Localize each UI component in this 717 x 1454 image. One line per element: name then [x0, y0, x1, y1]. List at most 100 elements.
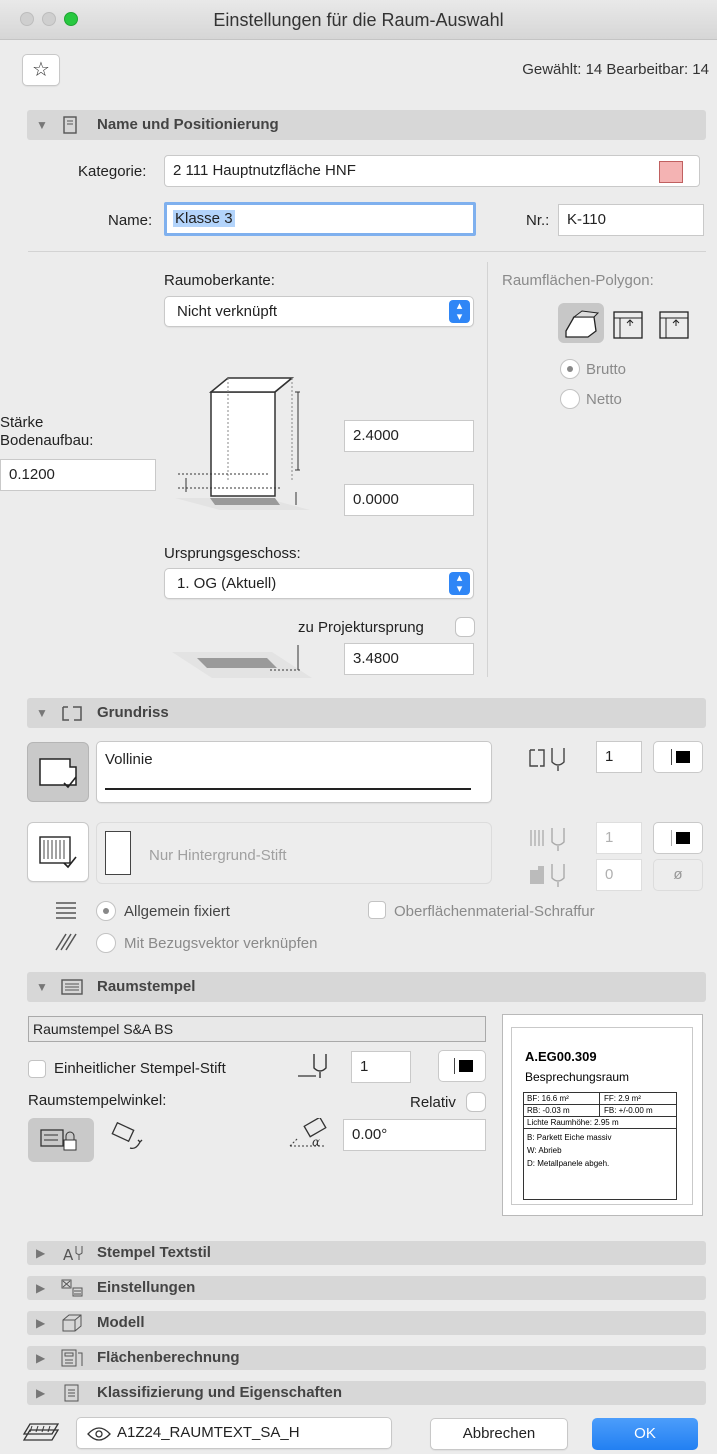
floor-thickness-input[interactable]: 0.1200 — [0, 459, 156, 491]
room-label-icon — [63, 116, 77, 134]
contour-pen-color[interactable] — [653, 741, 703, 773]
category-color-swatch[interactable] — [659, 161, 683, 183]
stamp-lock-icon — [40, 1129, 77, 1151]
brutto-label: Brutto — [586, 361, 627, 378]
surface-hatch-label: Oberflächenmaterial-Schraffur — [394, 903, 595, 920]
relative-label: Relativ — [410, 1094, 456, 1111]
offset-input[interactable]: 0.0000 — [344, 484, 474, 516]
section-header-name-positioning[interactable]: ▼ Name und Positionierung — [27, 110, 706, 140]
hatch-label: Nur Hintergrund-Stift — [149, 847, 287, 864]
section-header-model[interactable]: ▶ Modell — [27, 1311, 706, 1335]
nr-input[interactable]: K-110 — [558, 204, 704, 236]
polygon-gross-icon[interactable] — [610, 308, 646, 340]
polygon-label: Raumflächen-Polygon: — [502, 272, 654, 289]
section-title: Grundriss — [97, 704, 169, 721]
top-link-label: Raumoberkante: — [164, 272, 275, 289]
hatch-pen-input[interactable]: 1 — [596, 822, 642, 854]
name-input[interactable]: Klasse 3 — [164, 202, 476, 236]
stamp-rotate-icon[interactable] — [108, 1122, 148, 1156]
hatch-pen-color[interactable] — [653, 822, 703, 854]
selection-info: Gewählt: 14 Bearbeitbar: 14 — [522, 61, 709, 78]
stamp-name-field[interactable]: Raumstempel S&A BS — [28, 1016, 486, 1042]
project-origin-checkbox[interactable] — [455, 617, 475, 637]
disclosure-open-icon: ▼ — [36, 118, 48, 132]
favorites-star-button[interactable]: ☆ — [22, 54, 60, 86]
surface-hatch-checkbox[interactable] — [368, 901, 386, 919]
area-calculation-icon — [61, 1349, 83, 1367]
disclosure-closed-icon: ▶ — [36, 1386, 46, 1400]
hatch-vector-label: Mit Bezugsvektor verknüpfen — [124, 935, 318, 952]
svg-text:A: A — [63, 1246, 74, 1262]
uniform-pen-checkbox[interactable] — [28, 1060, 46, 1078]
nr-label: Nr.: — [526, 212, 550, 229]
background-pen-icon — [530, 864, 565, 887]
floor-thickness-label: Stärke Bodenaufbau: — [0, 414, 94, 449]
uniform-pen-label: Einheitlicher Stempel-Stift — [54, 1060, 226, 1077]
contour-pen-input[interactable]: 1 — [596, 741, 642, 773]
disclosure-closed-icon: ▶ — [36, 1316, 46, 1330]
origin-story-select[interactable]: 1. OG (Aktuell) ▴ ▾ — [164, 568, 474, 599]
project-origin-input[interactable]: 3.4800 — [344, 643, 474, 675]
stamp-pen-color[interactable] — [438, 1050, 486, 1082]
nr-value: K-110 — [567, 211, 606, 228]
classification-icon — [64, 1384, 79, 1402]
background-pen-input[interactable]: 0 — [596, 859, 642, 891]
contour-pen-icon — [529, 748, 565, 771]
layer-name: A1Z24_RAUMTEXT_SA_H — [117, 1424, 300, 1441]
category-value: 2 111 Hauptnutzfläche HNF — [173, 162, 356, 179]
floor-plan-icon — [62, 706, 82, 721]
polygon-mode-outline-button[interactable] — [558, 303, 604, 343]
hatch-fixed-radio[interactable] — [96, 901, 116, 921]
stamp-pen-icon — [298, 1054, 327, 1078]
height-input[interactable]: 2.4000 — [344, 420, 474, 452]
section-header-grundriss[interactable]: ▼ Grundriss — [27, 698, 706, 728]
category-field[interactable]: 2 111 Hauptnutzfläche HNF — [164, 155, 700, 187]
window-title: Einstellungen für die Raum-Auswahl — [213, 10, 504, 30]
disclosure-closed-icon: ▶ — [36, 1246, 46, 1260]
hatch-pen-icon — [530, 828, 565, 851]
section-header-classification[interactable]: ▶ Klassifizierung und Eigenschaften — [27, 1381, 706, 1405]
stamp-room-number: A.EG00.309 — [525, 1049, 597, 1064]
top-link-select[interactable]: Nicht verknüpft ▴ ▾ — [164, 296, 474, 327]
stamp-preview: A.EG00.309 Besprechungsraum BF: 16.6 m² … — [502, 1014, 703, 1216]
layer-selector[interactable]: A1Z24_RAUMTEXT_SA_H — [76, 1417, 392, 1449]
stamp-lock-angle-button[interactable] — [28, 1118, 94, 1162]
netto-label: Netto — [586, 391, 622, 408]
project-origin-diagram — [172, 645, 312, 678]
cancel-button[interactable]: Abbrechen — [430, 1418, 568, 1450]
section-title: Name und Positionierung — [97, 116, 279, 133]
hatch-vector-radio[interactable] — [96, 933, 116, 953]
stamp-angle-input[interactable]: 0.00° — [343, 1119, 486, 1151]
section-title: Raumstempel — [97, 978, 196, 995]
divider — [487, 262, 488, 677]
stepper-icon: ▴ ▾ — [449, 572, 470, 595]
title-bar: Einstellungen für die Raum-Auswahl — [0, 0, 717, 40]
netto-radio[interactable] — [560, 389, 580, 409]
category-label: Kategorie: — [78, 163, 147, 180]
section-header-raumstempel[interactable]: ▼ Raumstempel — [27, 972, 706, 1002]
section-header-stamp-text-style[interactable]: ▶ A Stempel Textstil — [27, 1241, 706, 1265]
relative-checkbox[interactable] — [466, 1092, 486, 1112]
text-style-icon: A — [63, 1246, 83, 1262]
contour-icon — [39, 758, 77, 789]
solid-line-sample — [105, 788, 471, 790]
stamp-table: BF: 16.6 m² FF: 2.9 m² RB: -0.03 m FB: +… — [523, 1092, 677, 1200]
hatch-swatch — [105, 831, 131, 875]
model-icon — [62, 1314, 82, 1332]
background-pen-transparent[interactable]: ø — [653, 859, 703, 891]
room-stamp-icon — [61, 979, 83, 995]
brutto-radio[interactable] — [560, 359, 580, 379]
section-header-settings[interactable]: ▶ Einstellungen — [27, 1276, 706, 1300]
ok-button[interactable]: OK — [592, 1418, 698, 1450]
stamp-pen-input[interactable]: 1 — [351, 1051, 411, 1083]
settings-icon — [61, 1279, 83, 1297]
contour-toggle-button[interactable] — [27, 742, 89, 802]
hatch-icon — [39, 836, 77, 869]
hatch-toggle-button[interactable] — [27, 822, 89, 882]
stepper-icon: ▴ ▾ — [449, 300, 470, 323]
polygon-net-icon[interactable] — [656, 308, 692, 340]
room-height-diagram — [175, 377, 310, 510]
line-type-selector[interactable]: Vollinie — [96, 741, 492, 803]
hatch-selector[interactable]: Nur Hintergrund-Stift — [96, 822, 492, 884]
section-header-area-calc[interactable]: ▶ Flächenberechnung — [27, 1346, 706, 1370]
